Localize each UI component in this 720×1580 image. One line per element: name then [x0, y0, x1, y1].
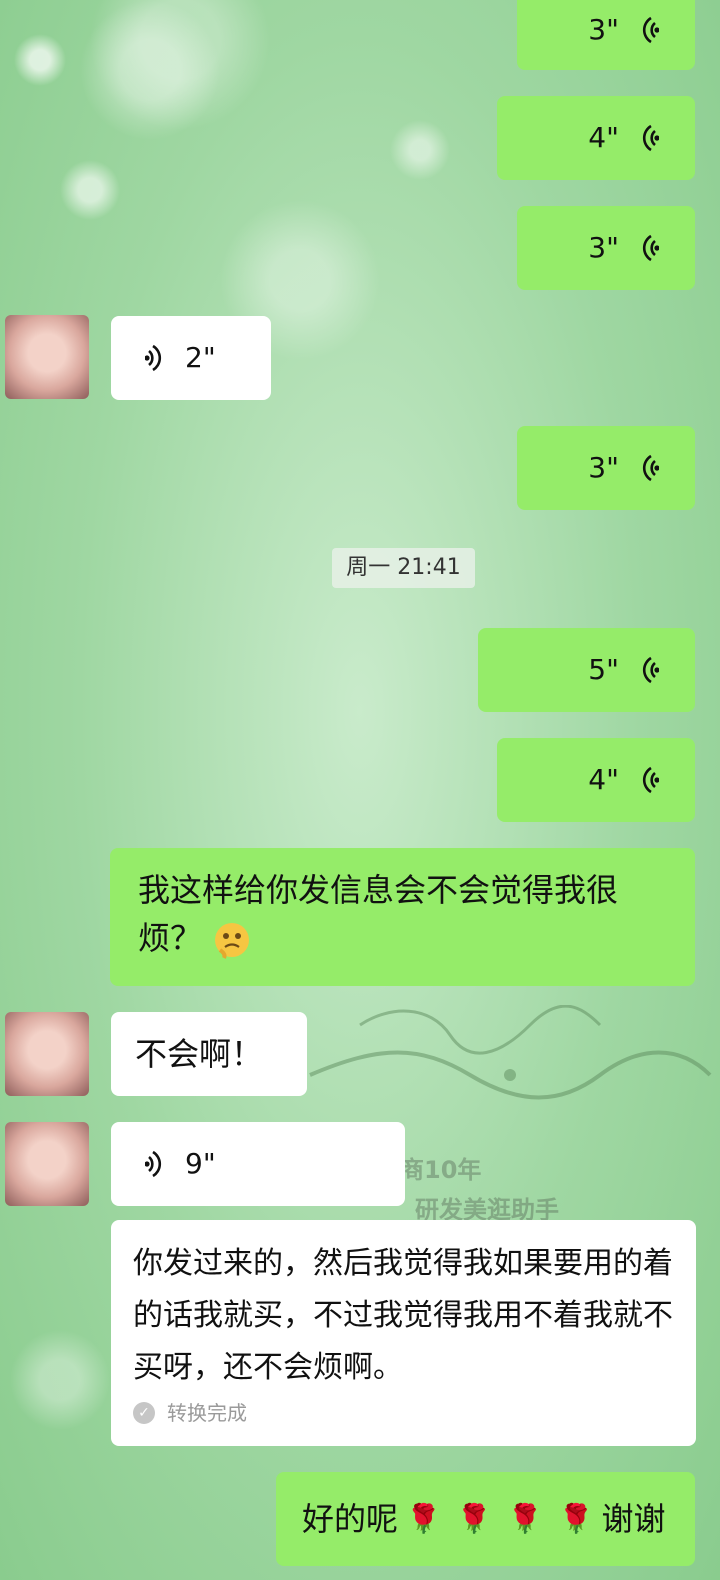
avatar[interactable] [5, 315, 89, 399]
avatar[interactable] [5, 1122, 89, 1206]
voice-wave-icon [642, 16, 659, 44]
voice-message-received[interactable]: 9" [111, 1122, 405, 1206]
voice-duration: 3" [588, 13, 619, 46]
background-ornament [309, 1005, 712, 1100]
message-text: 不会啊！ [135, 1035, 264, 1073]
conversion-status-label: 转换完成 [167, 1401, 247, 1425]
voice-message-sent[interactable]: 3" [517, 0, 695, 70]
rose-icon: 🌹 [558, 1502, 594, 1535]
background-text-1: 商10年 [400, 1156, 482, 1184]
voice-wave-icon [642, 234, 659, 262]
rose-icon: 🌹 [456, 1502, 492, 1535]
message-text: 我这样给你发信息会不会觉得我很烦？ [138, 871, 619, 957]
voice-duration: 9" [185, 1147, 216, 1180]
voice-duration: 5" [588, 653, 619, 686]
message-timestamp: 周一 21:41 [332, 548, 475, 588]
voice-wave-icon [642, 656, 659, 684]
voice-message-received[interactable]: 2" [111, 316, 271, 400]
voice-duration: 3" [588, 231, 619, 264]
rose-icon: 🌹 [406, 1502, 441, 1535]
message-text-part: 好的呢 [302, 1500, 399, 1538]
text-message-sent[interactable]: 好的呢 🌹 🌹 🌹 🌹 谢谢 [276, 1472, 695, 1566]
voice-duration: 4" [588, 763, 619, 796]
text-message-sent[interactable]: 我这样给你发信息会不会觉得我很烦？ [110, 848, 695, 986]
flushed-emoji-icon [215, 923, 250, 959]
voice-wave-icon [642, 124, 659, 152]
voice-message-sent[interactable]: 3" [517, 426, 695, 510]
conversion-status: ✓ 转换完成 [133, 1398, 674, 1428]
voice-message-sent[interactable]: 3" [517, 206, 695, 290]
voice-message-sent[interactable]: 5" [478, 628, 695, 712]
avatar[interactable] [5, 1012, 89, 1096]
rose-icon: 🌹 [507, 1502, 543, 1535]
voice-wave-icon [642, 454, 659, 482]
check-icon: ✓ [133, 1402, 155, 1424]
voice-duration: 4" [588, 121, 619, 154]
voice-duration: 3" [588, 451, 619, 484]
voice-message-sent[interactable]: 4" [497, 738, 695, 822]
transcript-text: 你发过来的，然后我觉得我如果要用的着的话我就买，不过我觉得我用不着我就不买呀，还… [133, 1246, 673, 1385]
voice-duration: 2" [185, 341, 216, 374]
voice-message-sent[interactable]: 4" [497, 96, 695, 180]
text-message-received[interactable]: 不会啊！ [111, 1012, 307, 1096]
voice-transcript[interactable]: 你发过来的，然后我觉得我如果要用的着的话我就买，不过我觉得我用不着我就不买呀，还… [111, 1220, 696, 1446]
message-text-part: 谢谢 [601, 1500, 666, 1538]
voice-wave-icon [642, 766, 659, 794]
voice-wave-icon [145, 344, 162, 372]
voice-wave-icon [145, 1150, 162, 1178]
